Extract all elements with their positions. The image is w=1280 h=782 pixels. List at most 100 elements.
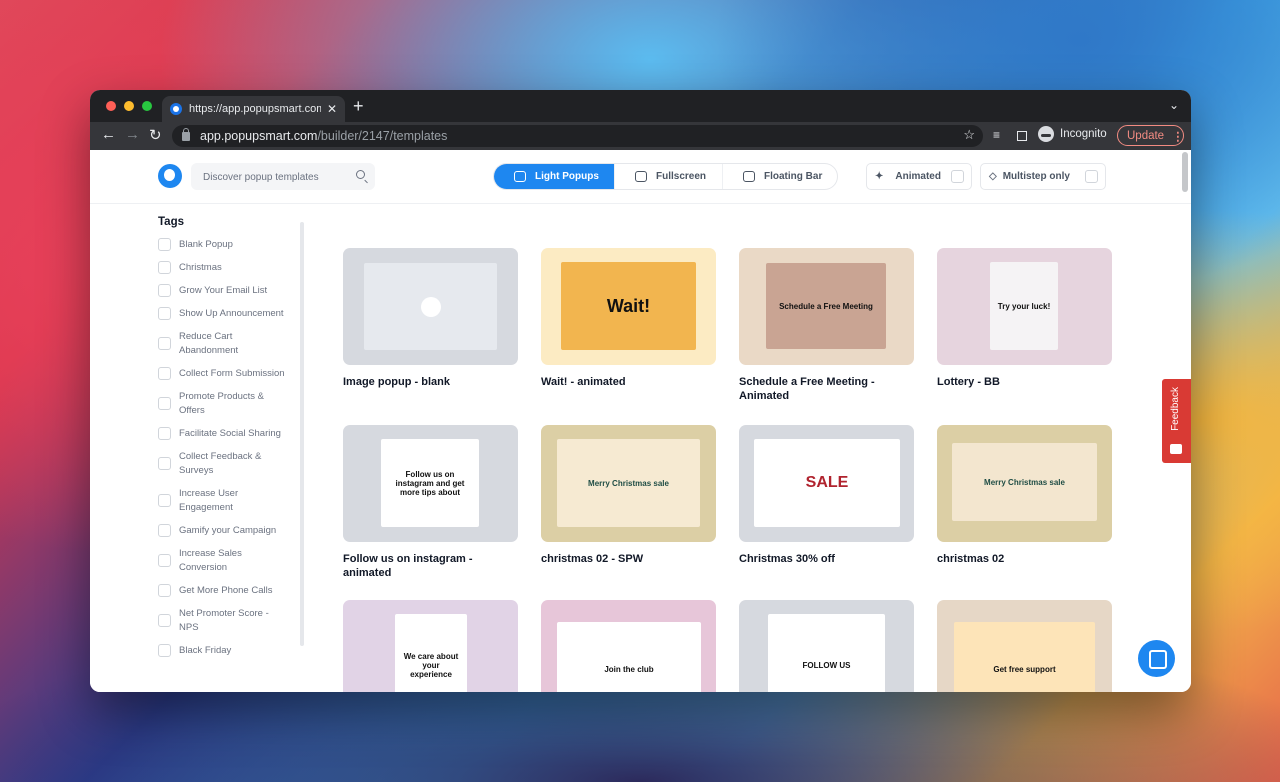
tab-title: https://app.popupsmart.com/b <box>189 103 321 115</box>
tag-filter-item[interactable]: Blank Popup <box>158 238 308 261</box>
template-card[interactable]: Try your luck! Lottery - BB <box>937 248 1112 389</box>
back-arrow-icon[interactable]: ← <box>101 126 116 143</box>
reload-icon[interactable]: ↻ <box>149 126 162 144</box>
animated-checkbox[interactable] <box>951 170 964 183</box>
template-thumbnail[interactable]: FOLLOW US <box>739 600 914 692</box>
minimize-window-button[interactable] <box>124 101 134 111</box>
side-panel-icon[interactable] <box>1017 131 1027 141</box>
template-card[interactable]: We care about your experience <box>343 600 518 692</box>
tag-checkbox[interactable] <box>158 307 171 320</box>
tag-checkbox[interactable] <box>158 367 171 380</box>
tag-checkbox[interactable] <box>158 261 171 274</box>
tag-filter-item[interactable]: Black Friday <box>158 644 308 667</box>
template-card[interactable]: Wait! Wait! - animated <box>541 248 716 389</box>
template-thumbnail[interactable]: Merry Christmas sale <box>541 425 716 542</box>
template-thumbnail[interactable]: Join the club <box>541 600 716 692</box>
forward-arrow-icon[interactable]: → <box>125 126 140 143</box>
tag-label: Increase User Engagement <box>179 488 239 513</box>
tag-checkbox[interactable] <box>158 584 171 597</box>
address-bar[interactable]: app.popupsmart.com/builder/2147/template… <box>172 125 983 147</box>
tag-filter-item[interactable]: Reduce Cart Abandonment <box>158 330 308 367</box>
template-title: Schedule a Free Meeting - Animated <box>739 376 875 402</box>
incognito-icon <box>1038 126 1054 142</box>
template-preview: We care about your experience <box>395 614 467 692</box>
tag-filter-item[interactable]: Increase Sales Conversion <box>158 547 308 584</box>
tag-checkbox[interactable] <box>158 397 171 410</box>
template-preview: Schedule a Free Meeting <box>766 263 886 349</box>
template-card[interactable]: Merry Christmas sale christmas 02 <box>937 425 1112 566</box>
tag-checkbox[interactable] <box>158 494 171 507</box>
incognito-profile[interactable]: Incognito <box>1038 126 1107 142</box>
image-placeholder-icon <box>420 296 441 317</box>
tag-filter-item[interactable]: Net Promoter Score - NPS <box>158 607 308 644</box>
update-button[interactable]: Update ⋮ <box>1117 125 1184 146</box>
tag-checkbox[interactable] <box>158 524 171 537</box>
tag-filter-item[interactable]: Grow Your Email List <box>158 284 308 307</box>
tag-checkbox[interactable] <box>158 457 171 470</box>
template-preview: SALE <box>754 439 900 527</box>
template-thumbnail[interactable]: SALE <box>739 425 914 542</box>
template-card[interactable]: Get free support <box>937 600 1112 692</box>
tag-checkbox[interactable] <box>158 284 171 297</box>
template-card[interactable]: FOLLOW US <box>739 600 914 692</box>
template-thumbnail[interactable]: Merry Christmas sale <box>937 425 1112 542</box>
tab-light-popups[interactable]: Light Popups <box>494 164 615 189</box>
tag-filter-item[interactable]: Promote Products & Offers <box>158 390 308 427</box>
tag-filter-item[interactable]: Collect Feedback & Surveys <box>158 450 308 487</box>
more-menu-icon[interactable]: ⋮ <box>1172 129 1184 143</box>
template-thumbnail[interactable] <box>343 248 518 365</box>
search-icon <box>356 170 365 179</box>
tag-filter-item[interactable]: Gamify your Campaign <box>158 524 308 547</box>
tag-filter-item[interactable]: Facilitate Social Sharing <box>158 427 308 450</box>
template-card[interactable]: Merry Christmas sale christmas 02 - SPW <box>541 425 716 566</box>
template-thumbnail[interactable]: Wait! <box>541 248 716 365</box>
template-thumbnail[interactable]: Schedule a Free Meeting <box>739 248 914 365</box>
browser-tab[interactable]: https://app.popupsmart.com/b ✕ <box>162 96 345 122</box>
tag-filter-item[interactable]: Show Up Announcement <box>158 307 308 330</box>
window-controls <box>106 101 152 111</box>
template-thumbnail[interactable]: Follow us on instagram and get more tips… <box>343 425 518 542</box>
close-tab-icon[interactable]: ✕ <box>327 102 337 116</box>
tag-checkbox[interactable] <box>158 644 171 657</box>
tag-checkbox[interactable] <box>158 238 171 251</box>
tab-fullscreen[interactable]: Fullscreen <box>615 164 723 189</box>
sidebar-scrollbar[interactable] <box>300 222 304 646</box>
tag-filter-item[interactable]: Increase User Engagement <box>158 487 308 524</box>
tag-filter-item[interactable]: Get More Phone Calls <box>158 584 308 607</box>
tab-floating-bar[interactable]: Floating Bar <box>723 164 837 189</box>
bookmark-star-icon[interactable]: ☆ <box>963 127 975 143</box>
tag-filter-item[interactable]: Collect Form Submission <box>158 367 308 390</box>
template-search-input[interactable]: Discover popup templates <box>191 163 375 190</box>
new-tab-button[interactable]: + <box>353 96 364 116</box>
chat-launcher-button[interactable] <box>1138 640 1175 677</box>
floating-bar-icon <box>743 171 755 182</box>
template-title: Lottery - BB <box>937 376 1000 388</box>
tag-filter-item[interactable]: Christmas <box>158 261 308 284</box>
animated-filter[interactable]: ✦ Animated <box>866 163 972 190</box>
tag-checkbox[interactable] <box>158 554 171 567</box>
feedback-tab[interactable]: Feedback <box>1162 379 1191 463</box>
tag-checkbox[interactable] <box>158 427 171 440</box>
multistep-filter[interactable]: ◇ Multistep only <box>980 163 1106 190</box>
media-controls-icon[interactable]: ≡ <box>993 128 1000 142</box>
maximize-window-button[interactable] <box>142 101 152 111</box>
template-thumbnail[interactable]: Get free support <box>937 600 1112 692</box>
close-window-button[interactable] <box>106 101 116 111</box>
template-card[interactable]: SALE Christmas 30% off <box>739 425 914 566</box>
tag-checkbox[interactable] <box>158 614 171 627</box>
template-card[interactable]: Image popup - blank <box>343 248 518 389</box>
page-scrollbar[interactable] <box>1182 152 1188 192</box>
multistep-icon: ◇ <box>989 171 997 182</box>
template-thumbnail[interactable]: Try your luck! <box>937 248 1112 365</box>
template-title: christmas 02 <box>937 553 1005 565</box>
multistep-checkbox[interactable] <box>1085 170 1098 183</box>
popupsmart-logo[interactable] <box>158 164 182 188</box>
tab-search-chevron-icon[interactable]: ⌄ <box>1169 98 1179 112</box>
template-card[interactable]: Join the club <box>541 600 716 692</box>
tag-label: Increase Sales Conversion <box>179 548 242 573</box>
template-card[interactable]: Follow us on instagram and get more tips… <box>343 425 518 580</box>
preview-headline: We care about your experience <box>403 652 459 679</box>
tag-checkbox[interactable] <box>158 337 171 350</box>
template-thumbnail[interactable]: We care about your experience <box>343 600 518 692</box>
template-card[interactable]: Schedule a Free Meeting Schedule a Free M… <box>739 248 914 403</box>
